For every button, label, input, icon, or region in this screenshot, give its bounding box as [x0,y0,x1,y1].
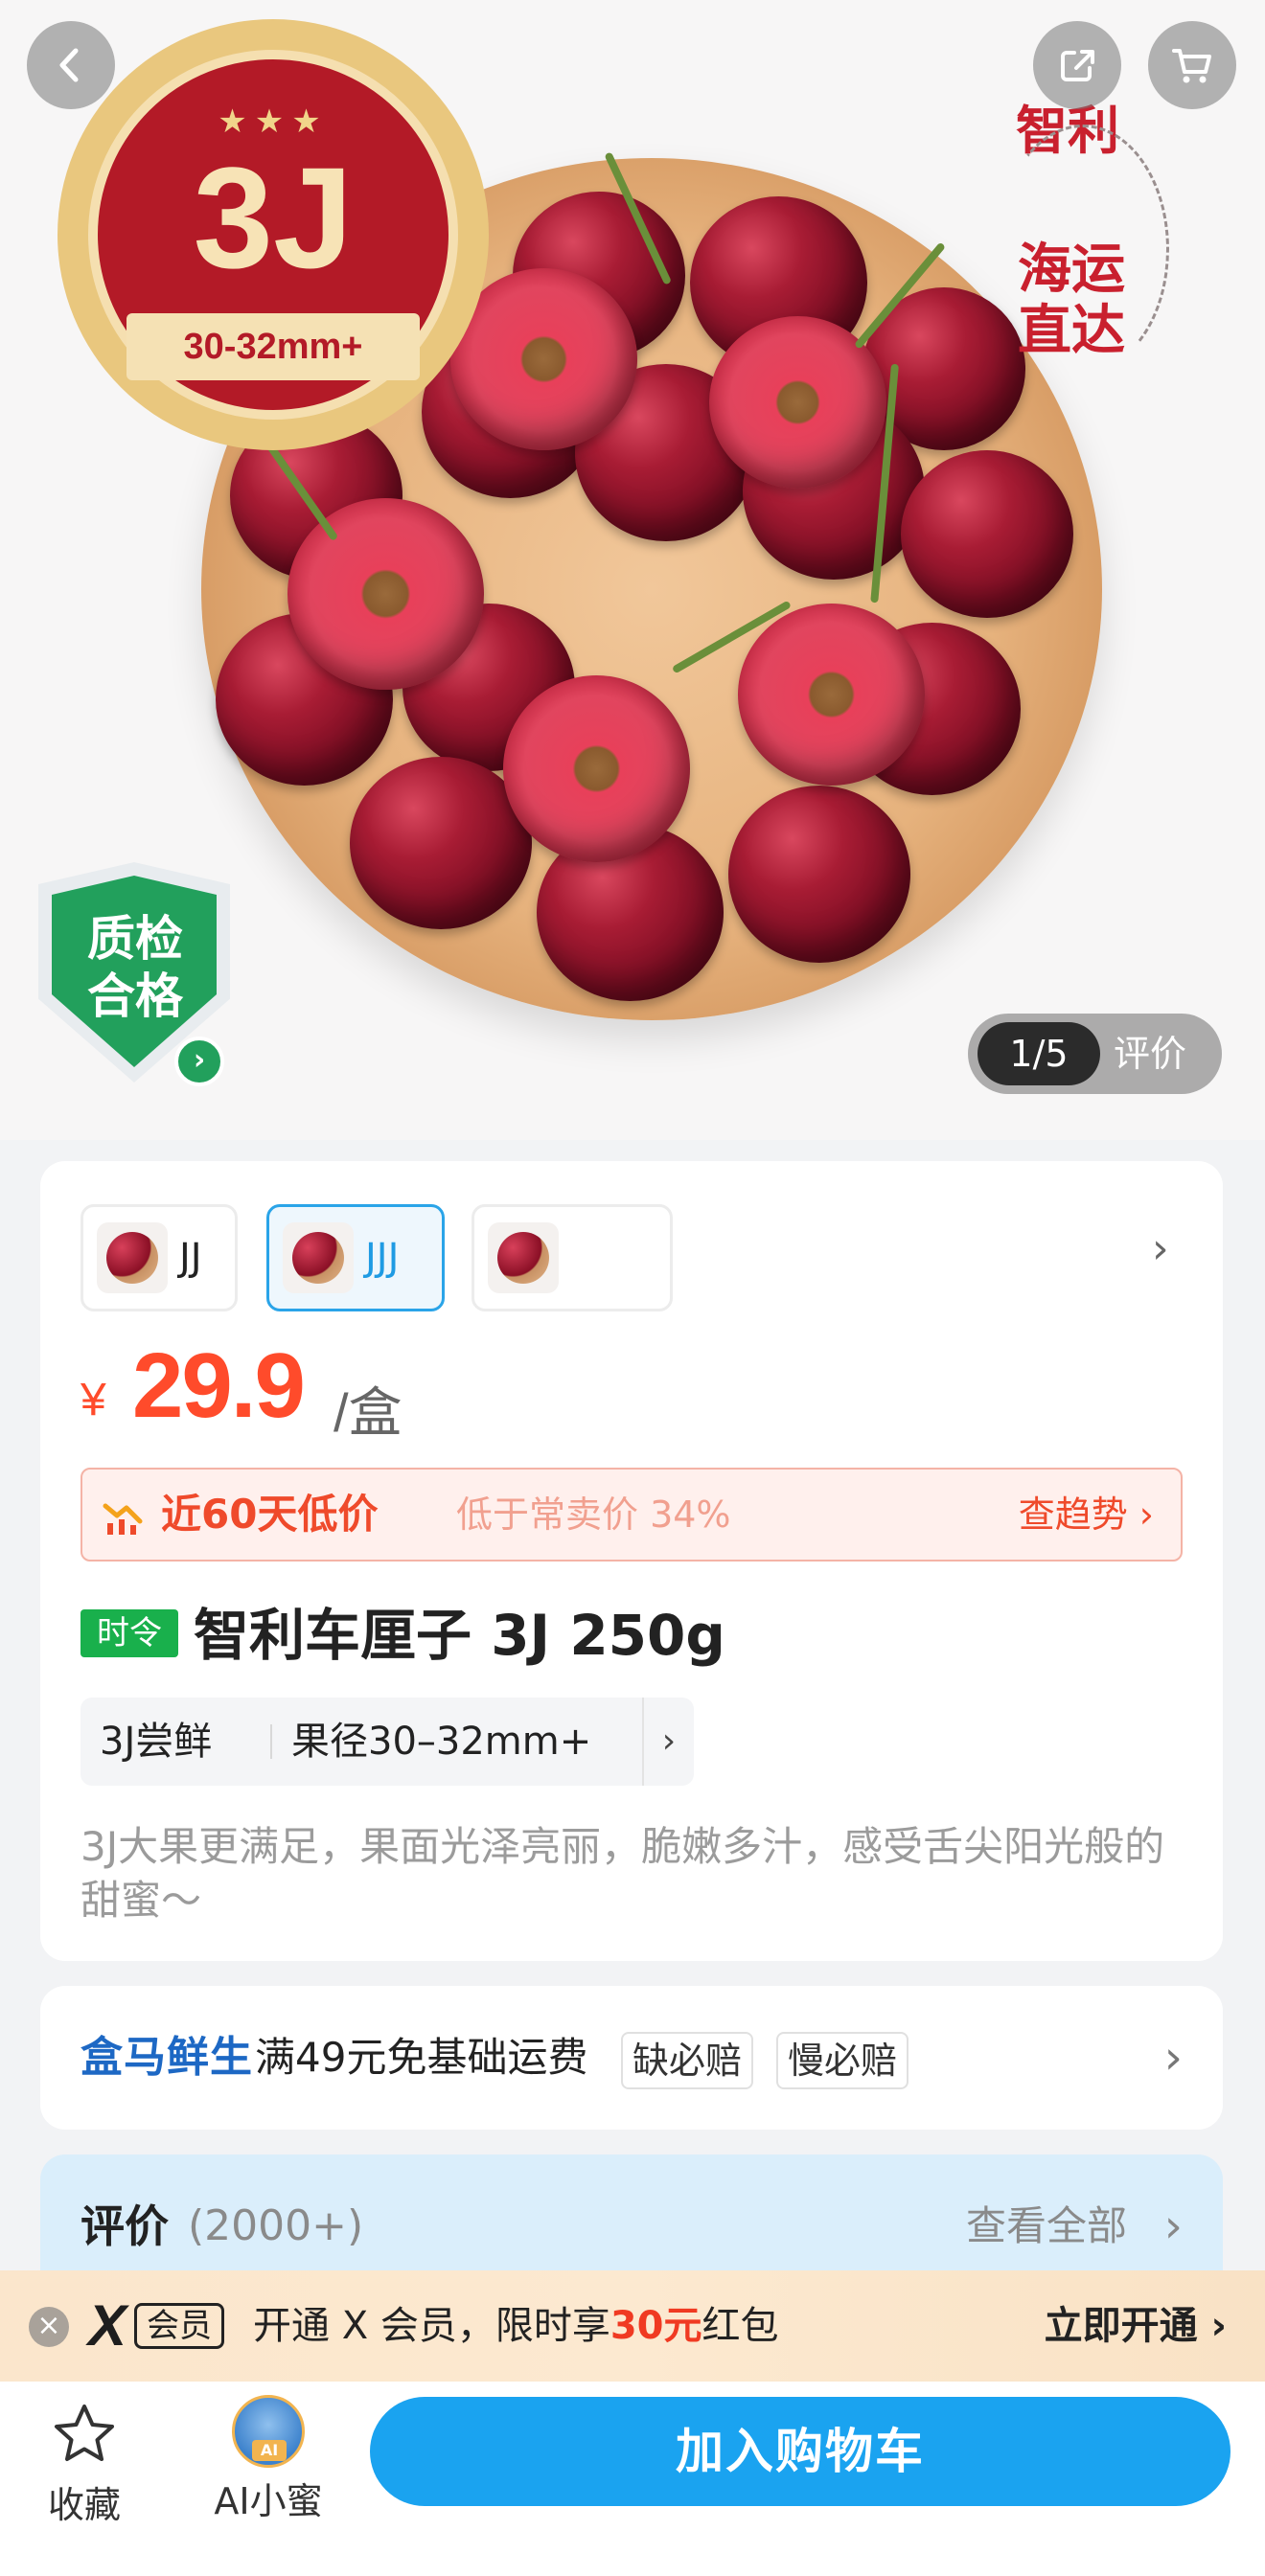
low-price-subtitle: 低于常卖价 34% [456,1493,731,1536]
badge-size-text: 30-32mm+ [126,313,420,380]
spec-selector[interactable]: 3J尝鲜 果径30–32mm+ › [80,1698,694,1786]
chevron-right-icon: › [1163,2031,1183,2085]
sku-thumbnail [488,1222,559,1293]
member-promo-banner[interactable]: × X 会员 开通 X 会员，限时享30元红包 立即开通 › [0,2270,1265,2382]
back-button[interactable] [27,21,115,109]
free-shipping-text: 满49元免基础运费 [255,2034,588,2081]
favorite-button[interactable]: 收藏 [38,2401,130,2528]
sku-option-third[interactable] [472,1204,673,1311]
ai-assistant-label: AI小蜜 [214,2480,323,2522]
quality-check-badge[interactable]: 质检合格 › [38,862,230,1092]
member-promo-text: 开通 X 会员，限时享30元红包 [253,2304,779,2348]
cart-button[interactable] [1148,21,1236,109]
share-button[interactable] [1033,21,1121,109]
low-price-title: 近60天低价 [161,1491,379,1538]
product-title: 智利车厘子 3J 250g [194,1603,725,1668]
add-to-cart-button[interactable]: 加入购物车 [370,2397,1230,2506]
bottom-action-bar: 收藏 AI AI小蜜 加入购物车 [0,2382,1265,2576]
product-description: 3J大果更满足，果面光泽亮丽，脆嫩多汁，感受舌尖阳光般的甜蜜～ [80,1823,1165,1924]
price-unit: /盒 [334,1382,402,1443]
shipping-info-card[interactable]: 盒马鲜生 满49元免基础运费 缺必赔 慢必赔 › [40,1986,1223,2130]
promo-amount: 30元 [610,2304,702,2348]
chevron-left-icon [59,48,79,82]
badge-grade-text: 3J [193,137,354,298]
star-icon [55,2405,114,2461]
pager-review-link[interactable]: 评价 [1114,1014,1186,1094]
quality-check-label: 质检合格 [87,911,183,1024]
shopping-cart-icon [1172,49,1211,83]
trend-chart-icon [103,1503,143,1535]
spec-fruit-size: 果径30–32mm+ [291,1720,592,1764]
vip-badge: 会员 [134,2303,224,2349]
sku-label: JJJ [365,1236,400,1280]
chevron-right-icon: › [174,1037,224,1086]
guarantee-tag: 缺必赔 [621,2032,754,2089]
x-member-logo: X [88,2293,127,2358]
divider [270,1724,272,1759]
product-info-card: JJ JJJ › ¥ 29.9 /盒 近60天低价 低于常卖价 34% 查趋势 … [40,1161,1223,1961]
close-icon[interactable]: × [29,2307,69,2347]
shipping-method-label: 海运直达 [1018,239,1125,362]
hema-logo: 盒马鲜生 [80,2033,253,2082]
sku-option-jj[interactable]: JJ [80,1204,238,1311]
sku-thumbnail [283,1222,354,1293]
view-trend-link[interactable]: 查趋势 › [1019,1470,1154,1560]
ai-assistant-button[interactable]: AI AI小蜜 [209,2395,328,2524]
price-amount: 29.9 [132,1334,306,1437]
image-index: 1/5 [978,1022,1100,1085]
low-price-banner[interactable]: 近60天低价 低于常卖价 34% 查趋势 › [80,1468,1183,1562]
open-membership-button[interactable]: 立即开通 › [1045,2270,1227,2382]
grade-badge: ★★★ 3J 30-32mm+ [58,19,489,450]
sku-label: JJ [179,1236,202,1280]
image-pager[interactable]: 1/5 评价 [968,1014,1222,1094]
chevron-right-icon: › [642,1698,694,1786]
product-image-carousel[interactable]: ★★★ 3J 30-32mm+ 智利 海运直达 质检合格 › 1/5 评价 [0,0,1265,1140]
spec-variant: 3J尝鲜 [100,1720,213,1764]
guarantee-tag: 慢必赔 [776,2032,909,2089]
currency-symbol: ¥ [80,1375,106,1425]
seasonal-tag: 时令 [80,1609,178,1657]
badge-stars: ★★★ [218,103,329,141]
share-icon [1061,50,1094,81]
sku-thumbnail [97,1222,168,1293]
sku-option-jjj[interactable]: JJJ [266,1204,445,1311]
ai-assistant-avatar-icon: AI [232,2395,305,2468]
favorite-label: 收藏 [47,2484,121,2526]
sku-more-chevron-icon[interactable]: › [1152,1224,1169,1273]
